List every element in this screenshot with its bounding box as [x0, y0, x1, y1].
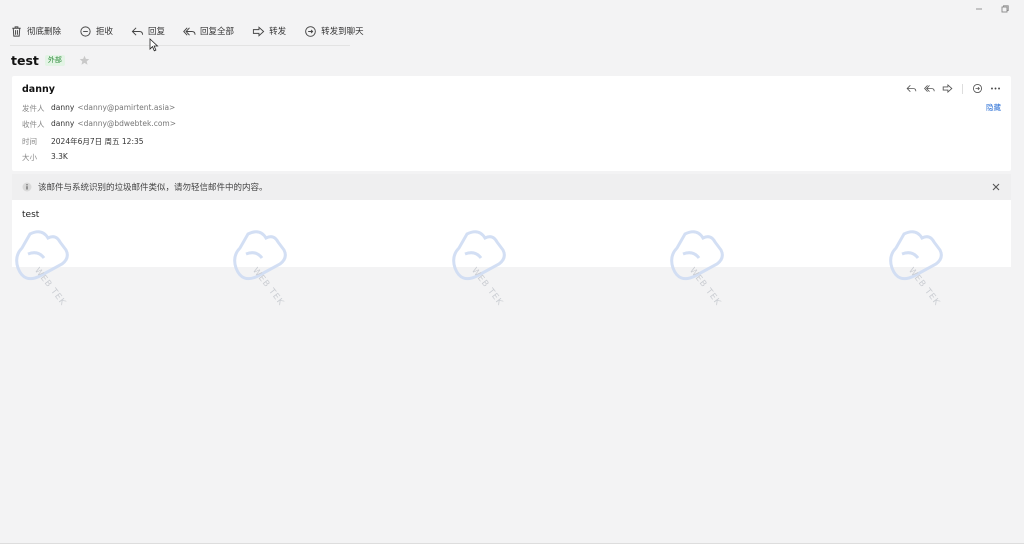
forward-icon[interactable] [942, 83, 953, 94]
from-address[interactable]: <danny@pamirtent.asia> [77, 103, 175, 114]
to-name[interactable]: danny [51, 119, 74, 130]
delete-button[interactable]: 彻底删除 [10, 20, 61, 42]
header-actions [906, 83, 1001, 94]
subject-row: test 外部 [11, 51, 90, 69]
reject-button[interactable]: 拒收 [79, 20, 113, 42]
sender-name: danny [22, 84, 55, 95]
watermark-text: WEB TEK [687, 266, 723, 308]
actions-separator [962, 83, 963, 94]
reply-all-label: 回复全部 [200, 27, 235, 37]
to-address[interactable]: <danny@bdwebtek.com> [77, 119, 176, 130]
forward-chat-icon [305, 25, 316, 37]
minimize-icon[interactable] [972, 2, 986, 16]
mail-subject: test [11, 52, 39, 68]
delete-label: 彻底删除 [27, 27, 62, 37]
from-label: 发件人 [22, 104, 45, 113]
forward-chat-icon[interactable] [972, 83, 983, 94]
time-value: 2024年6月7日 周五 12:35 [51, 137, 144, 146]
to-label: 收件人 [22, 120, 45, 129]
window-controls [924, 0, 1024, 18]
spam-warning-bar: 该邮件与系统识别的垃圾邮件类似，请勿轻信邮件中的内容。 [12, 174, 1011, 200]
watermark-text: WEB TEK [250, 266, 286, 308]
spam-warning-text: 该邮件与系统识别的垃圾邮件类似，请勿轻信邮件中的内容。 [38, 183, 268, 193]
size-label: 大小 [22, 153, 37, 162]
reply-all-icon [183, 26, 196, 36]
reply-all-button[interactable]: 回复全部 [183, 20, 234, 42]
more-icon[interactable] [990, 83, 1001, 94]
size-row: 大小 3.3K [22, 152, 68, 163]
info-icon [22, 182, 32, 192]
reply-all-icon[interactable] [924, 83, 935, 94]
reply-icon[interactable] [906, 83, 917, 94]
size-value: 3.3K [51, 152, 68, 161]
forward-button[interactable]: 转发 [252, 20, 286, 42]
block-icon [80, 25, 91, 37]
reply-label: 回复 [148, 27, 166, 37]
restore-icon[interactable] [998, 2, 1012, 16]
watermark-text: WEB TEK [906, 266, 942, 308]
forward-icon [252, 25, 265, 37]
to-row: 收件人 danny <danny@bdwebtek.com> [22, 119, 176, 130]
forward-label: 转发 [269, 27, 287, 37]
from-row: 发件人 danny <danny@pamirtent.asia> [22, 103, 175, 114]
hide-details-link[interactable]: 隐藏 [986, 102, 1001, 113]
forward-chat-label: 转发到聊天 [321, 27, 364, 37]
reject-label: 拒收 [96, 27, 114, 37]
mail-toolbar: 彻底删除 拒收 回复 回复全部 转发 转发到聊天 [10, 20, 382, 42]
time-label: 时间 [22, 137, 37, 146]
reply-icon [131, 26, 144, 36]
close-icon[interactable] [991, 182, 1001, 192]
toolbar-divider [10, 45, 350, 46]
trash-icon [12, 25, 21, 37]
watermark-text: WEB TEK [32, 266, 68, 308]
from-name[interactable]: danny [51, 103, 74, 114]
watermark-text: WEB TEK [469, 266, 505, 308]
external-badge: 外部 [44, 54, 65, 66]
mail-body: test [12, 200, 1011, 267]
mail-header-card: danny 发件人 danny <danny@pamirtent.asia> 收… [12, 76, 1011, 171]
time-row: 时间 2024年6月7日 周五 12:35 [22, 136, 144, 147]
mouse-cursor-icon [149, 38, 159, 52]
forward-to-chat-button[interactable]: 转发到聊天 [304, 20, 364, 42]
star-icon[interactable] [79, 55, 90, 66]
mail-body-text: test [22, 210, 40, 220]
